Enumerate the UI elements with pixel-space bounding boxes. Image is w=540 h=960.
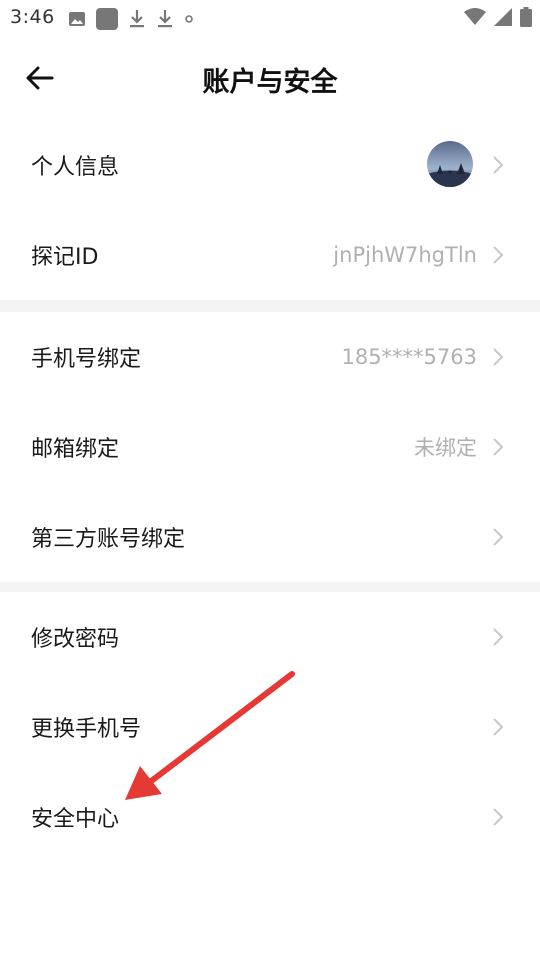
system-icons <box>464 7 532 27</box>
signal-icon <box>494 8 512 26</box>
phone-binding-row[interactable]: 手机号绑定 185****5763 <box>0 312 540 402</box>
personal-info-row[interactable]: 个人信息 <box>0 120 540 210</box>
email-binding-row[interactable]: 邮箱绑定 未绑定 <box>0 402 540 492</box>
row-label: 手机号绑定 <box>31 347 142 372</box>
status-time: 3:46 <box>10 6 55 28</box>
notification-icons <box>68 8 194 30</box>
chevron-right-icon <box>493 808 504 826</box>
chevron-right-icon <box>493 628 504 646</box>
app-bar: 账户与安全 <box>0 36 540 120</box>
download-icon <box>158 10 172 28</box>
battery-icon <box>520 7 532 27</box>
tanji-id-row[interactable]: 探记ID jnPjhW7hgTln <box>0 210 540 300</box>
row-label: 邮箱绑定 <box>31 437 120 462</box>
binding-section: 手机号绑定 185****5763 邮箱绑定 未绑定 第三方账号绑定 <box>0 312 540 582</box>
status-bar: 3:46 <box>0 0 540 36</box>
wifi-icon <box>464 8 486 25</box>
app-icon <box>96 8 118 30</box>
row-label: 安全中心 <box>31 807 120 832</box>
row-value: 未绑定 <box>414 436 477 460</box>
row-label: 个人信息 <box>31 155 120 180</box>
section-divider <box>0 300 540 312</box>
row-label: 更换手机号 <box>31 717 142 742</box>
change-phone-row[interactable]: 更换手机号 <box>0 682 540 772</box>
chevron-right-icon <box>493 438 504 456</box>
dot-icon <box>185 15 193 23</box>
page-title: 账户与安全 <box>202 67 338 98</box>
chevron-right-icon <box>493 718 504 736</box>
change-password-row[interactable]: 修改密码 <box>0 592 540 682</box>
chevron-right-icon <box>493 156 504 174</box>
chevron-right-icon <box>493 528 504 546</box>
avatar <box>427 141 473 187</box>
row-label: 修改密码 <box>31 627 120 652</box>
download-icon <box>130 10 144 28</box>
image-icon <box>69 12 85 26</box>
row-label: 第三方账号绑定 <box>31 527 186 552</box>
row-value: 185****5763 <box>341 345 477 369</box>
row-value: jnPjhW7hgTln <box>333 243 477 267</box>
profile-section: 个人信息 探记ID jnPjhW7hgTln <box>0 120 540 300</box>
chevron-right-icon <box>493 348 504 366</box>
third-party-binding-row[interactable]: 第三方账号绑定 <box>0 492 540 582</box>
security-section: 修改密码 更换手机号 安全中心 <box>0 592 540 862</box>
row-label: 探记ID <box>31 245 99 270</box>
chevron-right-icon <box>493 246 504 264</box>
security-center-row[interactable]: 安全中心 <box>0 772 540 862</box>
